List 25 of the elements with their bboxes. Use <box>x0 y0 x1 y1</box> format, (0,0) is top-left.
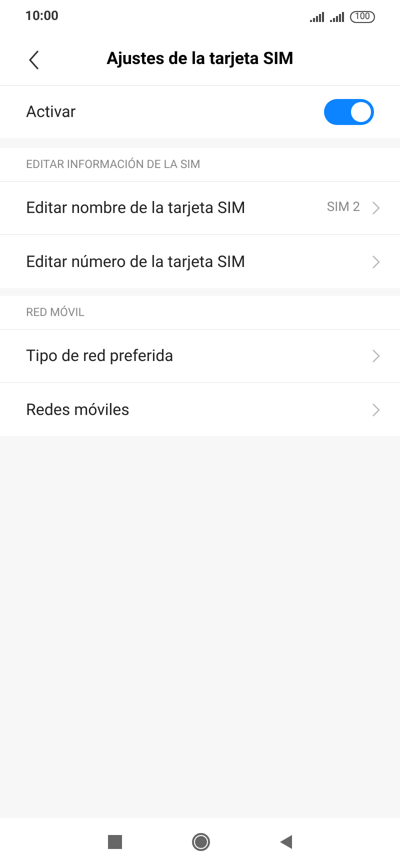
back-icon <box>28 50 40 70</box>
item-label: Tipo de red preferida <box>26 345 174 367</box>
chevron-right-icon <box>372 402 380 416</box>
signal-icon <box>330 12 344 22</box>
section-header: EDITAR INFORMACIÓN DE LA SIM <box>26 156 200 173</box>
chevron-right-icon <box>372 254 380 268</box>
settings-item[interactable]: Editar nombre de la tarjeta SIM SIM 2 <box>0 182 400 235</box>
battery-indicator: 100 <box>350 11 375 23</box>
item-value: SIM 2 <box>326 199 360 218</box>
section-header: RED MÓVIL <box>26 304 84 321</box>
settings-item[interactable]: Tipo de red preferida <box>0 330 400 383</box>
page-title: Ajustes de la tarjeta SIM <box>106 48 294 71</box>
item-label: Editar número de la tarjeta SIM <box>26 250 246 272</box>
toggle-label: Activar <box>26 101 76 123</box>
chevron-right-icon <box>372 201 380 215</box>
chevron-right-icon <box>372 349 380 363</box>
back-triangle-icon[interactable] <box>280 835 292 849</box>
home-button[interactable] <box>192 833 210 851</box>
signal-icon <box>310 12 324 22</box>
settings-item[interactable]: Editar número de la tarjeta SIM <box>0 235 400 288</box>
toggle-switch[interactable] <box>324 99 374 125</box>
item-label: Editar nombre de la tarjeta SIM <box>26 197 246 219</box>
item-label: Redes móviles <box>26 398 130 420</box>
settings-item[interactable]: Redes móviles <box>0 383 400 436</box>
status-time: 10:00 <box>25 8 58 26</box>
